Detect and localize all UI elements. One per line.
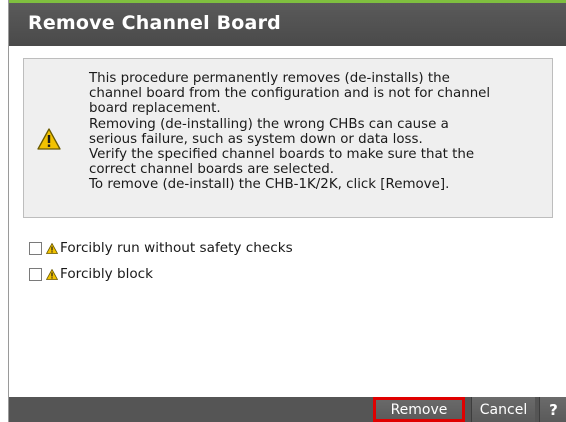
forcibly-run-label: Forcibly run without safety checks bbox=[60, 240, 293, 256]
remove-channel-board-dialog: Remove Channel Board This procedure perm… bbox=[8, 0, 566, 422]
remove-button[interactable]: Remove bbox=[373, 397, 465, 422]
option-forcibly-block[interactable]: Forcibly block bbox=[29, 265, 153, 283]
option-forcibly-run[interactable]: Forcibly run without safety checks bbox=[29, 239, 293, 257]
help-button[interactable]: ? bbox=[539, 397, 566, 422]
warning-icon bbox=[46, 268, 58, 280]
warning-icon bbox=[46, 242, 58, 254]
title-bar: Remove Channel Board bbox=[9, 3, 566, 46]
forcibly-run-checkbox[interactable] bbox=[29, 241, 42, 255]
warning-line: Removing (de-installing) the wrong CHBs … bbox=[89, 116, 449, 132]
warning-line: This procedure permanently removes (de-i… bbox=[89, 71, 450, 86]
forcibly-block-label: Forcibly block bbox=[60, 266, 154, 282]
warning-line: correct channel boards are selected. bbox=[89, 162, 334, 178]
warning-text: This procedure permanently removes (de-i… bbox=[89, 71, 551, 193]
warning-line: To remove (de-install) the CHB-1K/2K, cl… bbox=[89, 177, 450, 193]
dialog-title: Remove Channel Board bbox=[28, 12, 281, 34]
warning-line: channel board from the configuration and… bbox=[89, 86, 491, 102]
warning-message-box: This procedure permanently removes (de-i… bbox=[23, 58, 553, 218]
dialog-footer: Remove Cancel ? bbox=[9, 397, 566, 422]
warning-line: Verify the specified channel boards to m… bbox=[89, 147, 475, 163]
forcibly-block-checkbox[interactable] bbox=[29, 267, 42, 281]
warning-line: serious failure, such as system down or … bbox=[89, 131, 423, 147]
cancel-button[interactable]: Cancel bbox=[471, 397, 535, 422]
warning-line: board replacement. bbox=[89, 101, 221, 117]
warning-triangle-icon bbox=[37, 128, 61, 150]
